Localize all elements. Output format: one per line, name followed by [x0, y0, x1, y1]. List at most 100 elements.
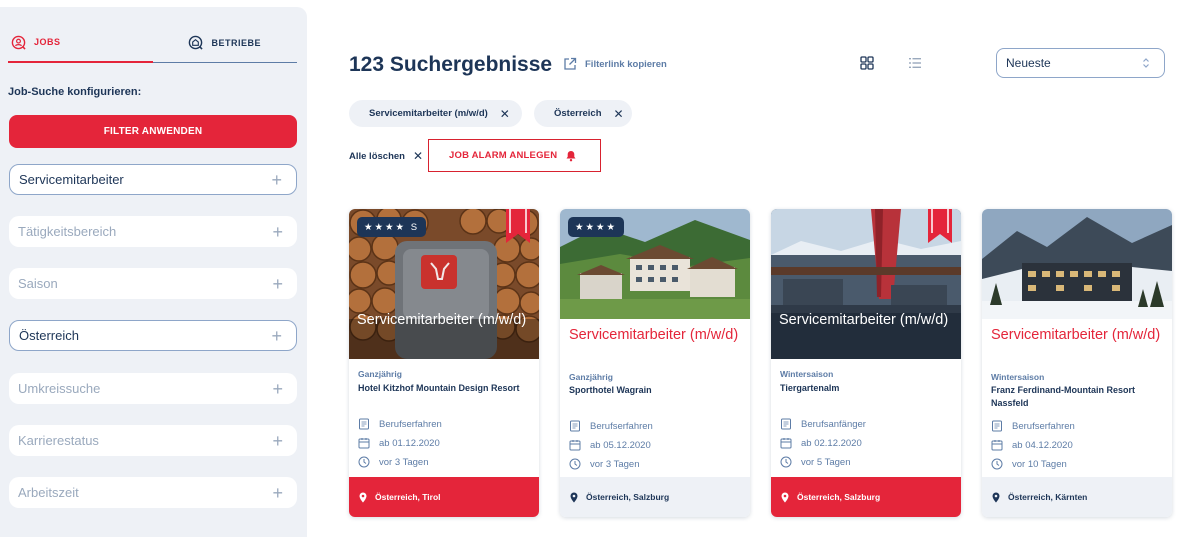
calendar-icon: [358, 438, 370, 449]
tab-jobs[interactable]: JOBS: [8, 23, 153, 63]
close-icon: ✕: [412, 149, 424, 163]
filter-chip-land: Österreich ✕: [534, 100, 632, 127]
sidebar-tabs: JOBS BETRIEBE: [8, 23, 297, 63]
filter-sidebar: JOBS BETRIEBE Job-Suche konfigurieren: F…: [0, 7, 307, 537]
job-title: Servicemitarbeiter (m/w/d): [569, 327, 739, 343]
tab-jobs-label: JOBS: [34, 37, 61, 47]
posted-row: vor 3 Tagen: [358, 456, 428, 468]
star-rating-badge: ★★★★ S: [357, 217, 427, 237]
posted-text: vor 3 Tagen: [590, 458, 640, 470]
chip-label: Österreich: [554, 108, 602, 119]
location-text: Österreich, Salzburg: [797, 492, 881, 502]
grid-view-icon[interactable]: [860, 56, 874, 70]
location-text: Österreich, Tirol: [375, 492, 441, 502]
bookmark-icon[interactable]: [928, 209, 952, 243]
clear-all-label: Alle löschen: [349, 150, 405, 162]
posted-text: vor 5 Tagen: [801, 456, 851, 468]
experience-text: Berufsanfänger: [801, 418, 866, 430]
job-alarm-label: JOB ALARM ANLEGEN: [449, 150, 558, 161]
job-card[interactable]: Servicemitarbeiter (m/w/d) Wintersaison …: [982, 209, 1172, 517]
building-search-icon: [188, 35, 204, 50]
results-title: 123 Suchergebnisse: [349, 53, 553, 76]
document-icon: [781, 418, 791, 430]
close-icon[interactable]: ✕: [500, 107, 510, 121]
card-location: Österreich, Kärnten: [982, 477, 1172, 517]
experience-text: Berufserfahren: [1012, 420, 1075, 432]
location-pin-icon: [781, 492, 789, 502]
company-name: Sporthotel Wagrain: [569, 385, 652, 395]
filter-land[interactable]: Österreich +: [9, 320, 297, 351]
job-card[interactable]: ★★★★ S Servicemitarbeiter (m/w/d) Ganzjä…: [349, 209, 539, 517]
filter-label: Umkreissuche: [18, 381, 101, 396]
copy-filter-link[interactable]: Filterlink kopieren: [563, 57, 667, 71]
start-date-row: ab 05.12.2020: [569, 439, 651, 451]
company-name: Franz Ferdinand-Mountain Resort Nassfeld: [991, 385, 1135, 408]
clock-icon: [569, 458, 581, 470]
filter-label: Karrierestatus: [18, 433, 99, 448]
tab-betriebe-label: BETRIEBE: [211, 37, 261, 48]
experience-row: Berufsanfänger: [780, 418, 866, 430]
filter-label: Servicemitarbeiter: [19, 172, 124, 187]
posted-text: vor 10 Tagen: [1012, 458, 1067, 470]
filter-karrierestatus[interactable]: Karrierestatus +: [9, 425, 297, 456]
experience-row: Berufserfahren: [358, 418, 442, 430]
clear-all-button[interactable]: Alle löschen ✕: [349, 149, 423, 163]
filter-umkreissuche[interactable]: Umkreissuche +: [9, 373, 297, 404]
location-text: Österreich, Kärnten: [1008, 492, 1088, 502]
location-pin-icon: [992, 492, 1000, 502]
chip-label: Servicemitarbeiter (m/w/d): [369, 108, 488, 119]
card-location: Österreich, Salzburg: [771, 477, 961, 517]
experience-text: Berufserfahren: [379, 418, 442, 430]
plus-icon: +: [272, 430, 283, 451]
updown-chevron-icon: [1143, 58, 1149, 68]
filter-arbeitszeit[interactable]: Arbeitszeit +: [9, 477, 297, 508]
document-icon: [992, 420, 1002, 432]
posted-row: vor 3 Tagen: [569, 458, 639, 470]
clock-icon: [780, 456, 792, 468]
person-search-icon: [11, 35, 26, 50]
document-icon: [359, 418, 369, 430]
clock-icon: [358, 456, 370, 468]
location-text: Österreich, Salzburg: [586, 492, 670, 502]
tab-betriebe[interactable]: BETRIEBE: [152, 23, 297, 63]
job-title: Servicemitarbeiter (m/w/d): [357, 312, 527, 328]
plus-icon: +: [272, 221, 283, 242]
posted-row: vor 5 Tagen: [780, 456, 850, 468]
job-card[interactable]: ★★★★ Servicemitarbeiter (m/w/d) Ganzjähr…: [560, 209, 750, 517]
calendar-icon: [569, 440, 581, 451]
sort-value: Neueste: [1006, 56, 1051, 70]
close-icon[interactable]: ✕: [614, 107, 624, 121]
start-date-row: ab 01.12.2020: [358, 437, 440, 449]
job-season: Wintersaison: [991, 372, 1045, 382]
experience-row: Berufserfahren: [569, 420, 653, 432]
experience-text: Berufserfahren: [590, 420, 653, 432]
apply-filter-button[interactable]: FILTER ANWENDEN: [9, 115, 297, 148]
list-view-icon[interactable]: [908, 56, 922, 70]
filter-label: Saison: [18, 276, 58, 291]
job-title: Servicemitarbeiter (m/w/d): [779, 312, 949, 328]
location-pin-icon: [359, 492, 367, 502]
plus-icon: +: [272, 482, 283, 503]
card-image: [982, 209, 1172, 319]
filter-saison[interactable]: Saison +: [9, 268, 297, 299]
plus-icon: +: [271, 169, 282, 190]
job-card[interactable]: Servicemitarbeiter (m/w/d) Wintersaison …: [771, 209, 961, 517]
bookmark-icon[interactable]: [506, 209, 530, 243]
company-name: Tiergartenalm: [780, 383, 840, 393]
sort-select[interactable]: Neueste: [996, 48, 1165, 78]
filter-beruf[interactable]: Servicemitarbeiter +: [9, 164, 297, 195]
sidebar-heading: Job-Suche konfigurieren:: [8, 86, 142, 98]
job-alarm-button[interactable]: JOB ALARM ANLEGEN: [428, 139, 601, 172]
bell-icon: [566, 150, 576, 161]
start-date-text: ab 04.12.2020: [1012, 439, 1073, 451]
job-season: Ganzjährig: [569, 372, 613, 382]
job-title: Servicemitarbeiter (m/w/d): [991, 327, 1161, 343]
posted-text: vor 3 Tagen: [379, 456, 429, 468]
copy-link-label: Filterlink kopieren: [585, 58, 667, 70]
filter-label: Arbeitszeit: [18, 485, 79, 500]
plus-icon: +: [271, 325, 282, 346]
star-rating-badge: ★★★★: [568, 217, 625, 237]
filter-taetigkeitsbereich[interactable]: Tätigkeitsbereich +: [9, 216, 297, 247]
experience-row: Berufserfahren: [991, 420, 1075, 432]
card-location: Österreich, Salzburg: [560, 477, 750, 517]
